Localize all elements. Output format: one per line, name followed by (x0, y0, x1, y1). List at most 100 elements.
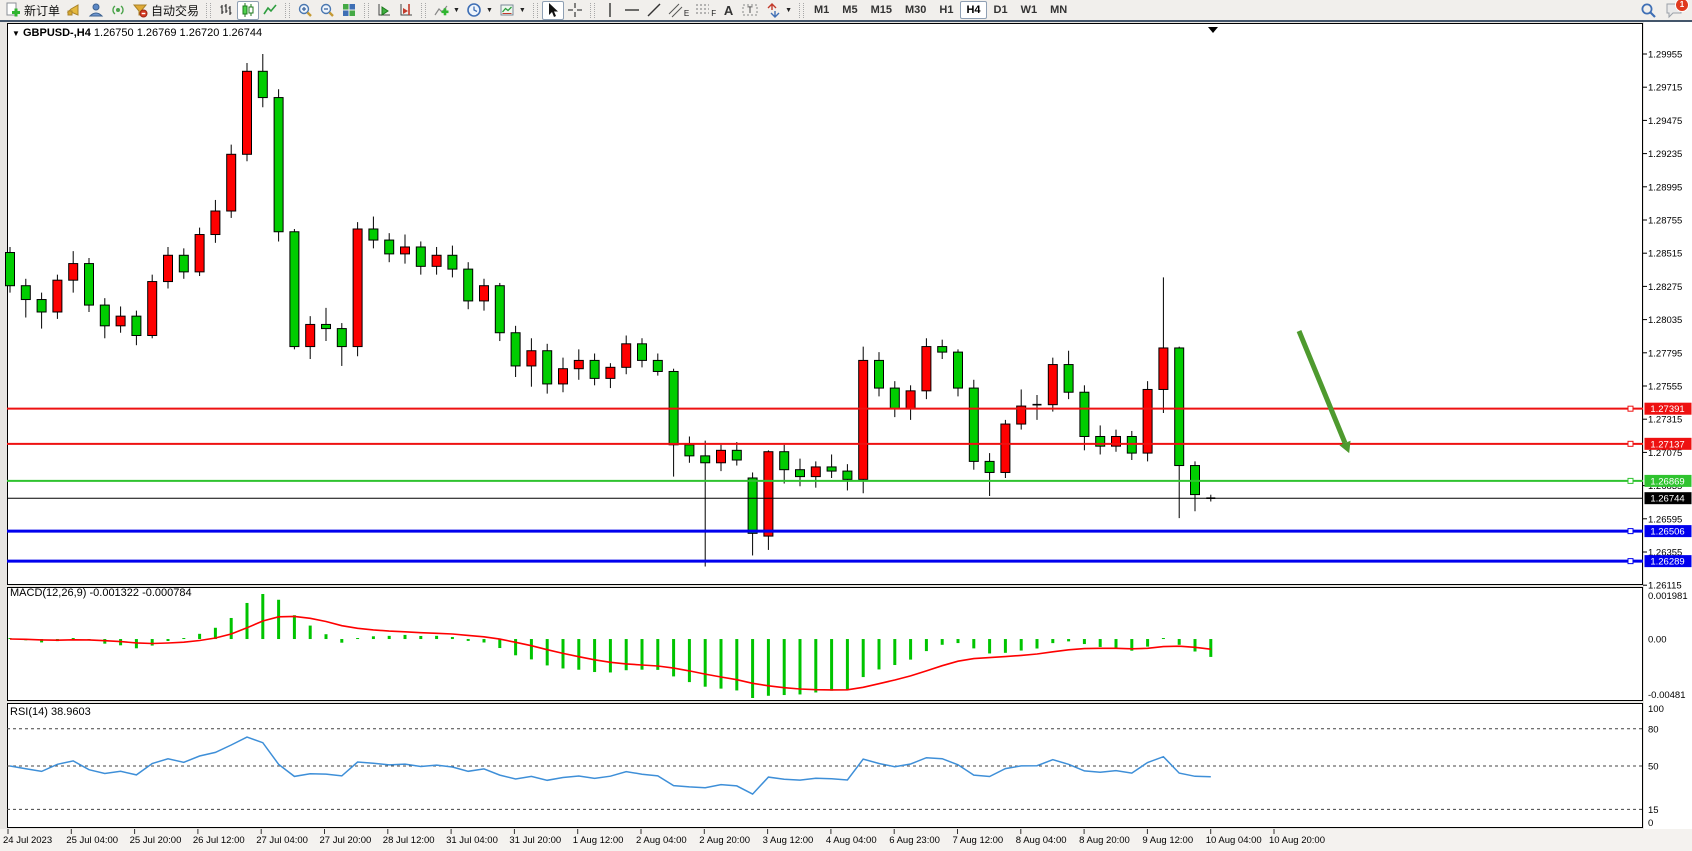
timeframe-button-m30[interactable]: M30 (899, 1, 932, 19)
candle-body (906, 391, 915, 409)
zoom-in-button[interactable] (294, 1, 316, 20)
time-axis-label: 9 Aug 12:00 (1142, 835, 1193, 846)
candle-body (401, 247, 410, 254)
candle-body (606, 367, 615, 378)
tile-windows-button[interactable] (338, 1, 360, 20)
signal-icon (110, 2, 126, 18)
rsi-scale-label: 100 (1648, 704, 1664, 715)
candle-body (748, 478, 757, 533)
new-order-label: 新订单 (24, 2, 60, 19)
toolbar-grip[interactable] (421, 3, 426, 18)
macd-values: -0.001322 -0.000784 (89, 587, 191, 599)
rsi-scale-label: 15 (1648, 805, 1659, 816)
auto-trading-label: 自动交易 (151, 2, 199, 19)
candle-body (985, 461, 994, 472)
line-handle[interactable] (1628, 478, 1633, 483)
price-tick-label: 1.28515 (1648, 249, 1682, 260)
toolbar-grip[interactable] (364, 3, 369, 18)
chart-low-value: 1.26720 (180, 27, 220, 39)
toolbar-grip[interactable] (799, 3, 804, 18)
line-handle[interactable] (1628, 406, 1633, 411)
profile-button[interactable] (85, 1, 107, 20)
channel-tool-button[interactable]: E (665, 1, 692, 20)
cursor-tool-button[interactable] (542, 1, 564, 20)
price-tick-label: 1.28035 (1648, 315, 1682, 326)
chart-shift-button[interactable] (395, 1, 417, 20)
search-icon[interactable] (1640, 2, 1657, 19)
toolbar-grip[interactable] (533, 3, 538, 18)
equidistant-channel-icon (668, 2, 685, 18)
horizontal-line-tool-button[interactable] (621, 1, 643, 20)
notifications-button[interactable]: 1 (1665, 2, 1684, 19)
line-chart-icon (262, 2, 278, 18)
toolbar-grip[interactable] (285, 3, 290, 18)
chart-symbol-label: GBPUSD-,H4 (23, 27, 91, 39)
time-axis-label: 10 Aug 04:00 (1206, 835, 1262, 846)
timeframe-button-mn[interactable]: MN (1044, 1, 1073, 19)
toolbar-grip[interactable] (590, 3, 595, 18)
alert-sound-button[interactable] (63, 1, 85, 20)
timeframe-button-w1[interactable]: W1 (1015, 1, 1044, 19)
crosshair-tool-button[interactable] (564, 1, 586, 20)
candle-body (764, 452, 773, 536)
price-tick-label: 1.29235 (1648, 149, 1682, 160)
time-axis-label: 25 Jul 20:00 (130, 835, 182, 846)
zoom-out-button[interactable] (316, 1, 338, 20)
signal-button[interactable] (107, 1, 129, 20)
time-axis-label: 2 Aug 20:00 (699, 835, 750, 846)
vertical-line-icon (602, 2, 618, 18)
timeframe-button-h1[interactable]: H1 (933, 1, 959, 19)
candlestick-chart-button[interactable] (237, 1, 259, 20)
text-label-tool-button[interactable]: T (738, 1, 762, 20)
candle-body (890, 388, 899, 409)
timeframe-button-m5[interactable]: M5 (836, 1, 863, 19)
tile-windows-icon (341, 2, 357, 18)
line-handle[interactable] (1628, 441, 1633, 446)
templates-button[interactable]: ▼ (496, 1, 529, 20)
timeframe-button-h4[interactable]: H4 (960, 1, 986, 19)
auto-trading-button[interactable]: 自动交易 (129, 1, 202, 20)
line-handle[interactable] (1628, 529, 1633, 534)
vertical-line-tool-button[interactable] (599, 1, 621, 20)
time-axis-label: 31 Jul 04:00 (446, 835, 498, 846)
candle-body (1048, 365, 1057, 405)
time-axis-label: 25 Jul 04:00 (66, 835, 118, 846)
trendline-tool-button[interactable] (643, 1, 665, 20)
chart-shift-icon (398, 2, 414, 18)
candle-body (69, 264, 78, 281)
candle-body (1064, 365, 1073, 393)
candle-body (116, 316, 125, 326)
timeframe-button-m15[interactable]: M15 (865, 1, 898, 19)
timeframe-button-m1[interactable]: M1 (808, 1, 835, 19)
periods-button[interactable]: ▼ (463, 1, 496, 20)
time-axis-label: 4 Aug 04:00 (826, 835, 877, 846)
rsi-scale-label: 50 (1648, 762, 1659, 773)
candle-body (859, 360, 868, 479)
line-handle[interactable] (1628, 559, 1633, 564)
candle-body (179, 255, 188, 272)
fibo-letter: F (711, 9, 716, 18)
collapse-panel-icon[interactable]: ▼ (12, 29, 20, 38)
candle-body (590, 360, 599, 378)
chart-title: ▼ GBPUSD-,H4 1.26750 1.26769 1.26720 1.2… (12, 27, 262, 39)
bar-chart-button[interactable] (215, 1, 237, 20)
arrows-tool-button[interactable]: ▼ (762, 1, 795, 20)
toolbar-grip[interactable] (206, 3, 211, 18)
time-axis-label: 3 Aug 12:00 (763, 835, 814, 846)
timeframe-button-d1[interactable]: D1 (988, 1, 1014, 19)
dropdown-caret-icon: ▼ (453, 7, 460, 14)
auto-scroll-button[interactable] (373, 1, 395, 20)
text-tool-button[interactable]: A (719, 1, 738, 20)
rsi-scale-label: 0 (1648, 818, 1653, 829)
fibonacci-tool-button[interactable]: F (692, 1, 719, 20)
time-axis-label: 27 Jul 04:00 (256, 835, 308, 846)
candle-body (622, 344, 631, 368)
candle-body (432, 255, 441, 266)
candle-body (732, 450, 741, 460)
line-chart-button[interactable] (259, 1, 281, 20)
price-tick-label: 1.26595 (1648, 514, 1682, 525)
new-order-button[interactable]: 新订单 (2, 1, 63, 20)
price-line-badge-label: 1.26506 (1650, 527, 1684, 538)
text-tool-letter: A (724, 3, 733, 18)
indicators-button[interactable]: ▼ (430, 1, 463, 20)
